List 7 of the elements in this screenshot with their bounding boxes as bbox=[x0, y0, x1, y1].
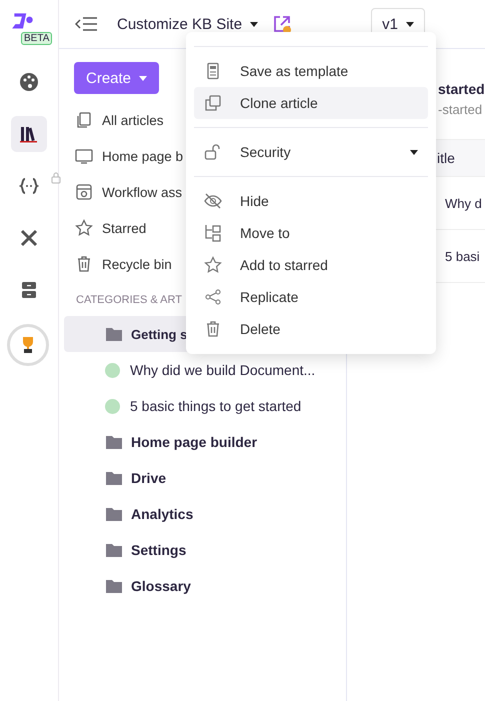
category-title: started bbox=[437, 81, 485, 97]
table-cell: 5 basi bbox=[445, 248, 480, 264]
column-header: itle bbox=[437, 150, 455, 166]
beta-badge: BETA bbox=[21, 32, 52, 45]
category-slug: -started bbox=[437, 102, 484, 117]
table-cell: Why d bbox=[445, 196, 482, 210]
section-heading: CATEGORIES & ART bbox=[76, 294, 182, 306]
